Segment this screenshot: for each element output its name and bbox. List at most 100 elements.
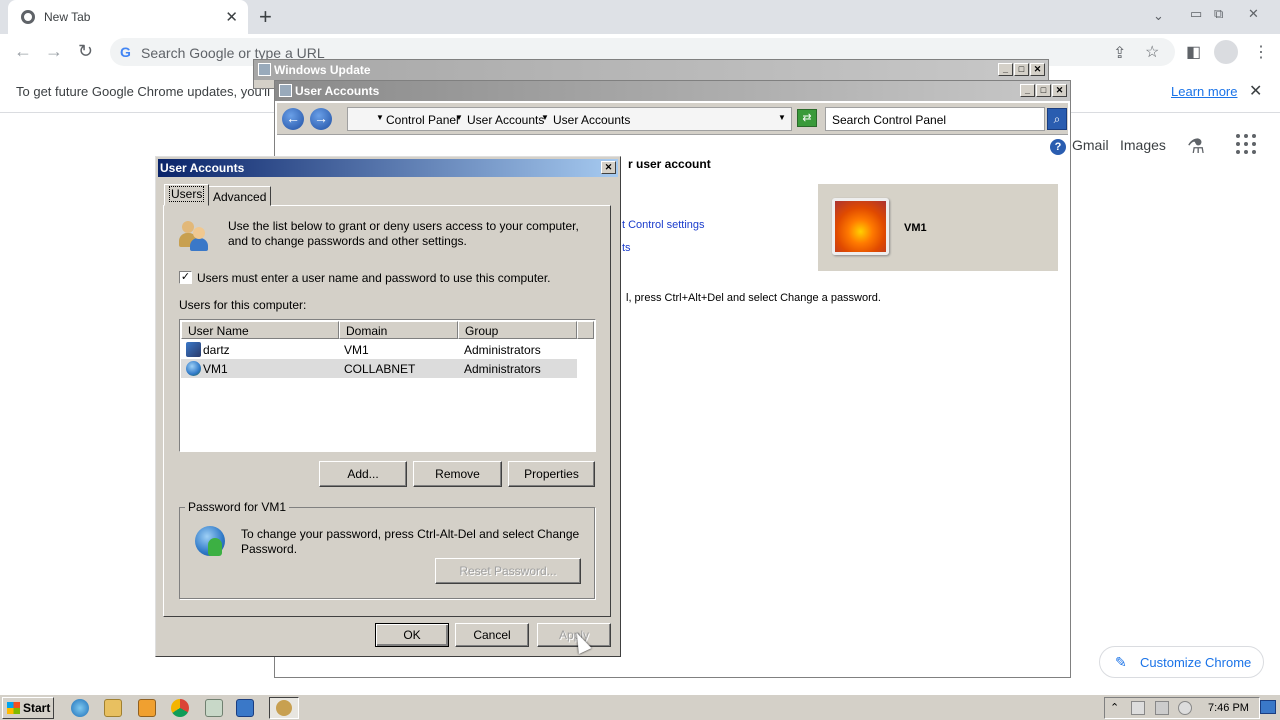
dialog-close-button[interactable]: ✕ <box>601 161 616 174</box>
windows-update-icon <box>258 63 271 76</box>
profile-avatar[interactable] <box>1214 40 1238 64</box>
breadcrumb[interactable]: ▼ Control Panel ▼ User Accounts ▼ User A… <box>347 107 792 131</box>
breadcrumb-control-panel[interactable]: Control Panel <box>386 113 459 127</box>
tab-search-icon[interactable]: ⌄ <box>1153 8 1164 24</box>
side-panel-icon[interactable]: ◧ <box>1186 42 1201 62</box>
labs-flask-icon[interactable]: ⚗ <box>1187 134 1205 159</box>
menu-kebab-icon[interactable]: ⋮ <box>1253 42 1269 62</box>
user-picture[interactable] <box>832 198 889 255</box>
gmail-link[interactable]: Gmail <box>1072 137 1109 153</box>
infobar-close-icon[interactable]: ✕ <box>1249 81 1262 101</box>
start-button[interactable]: Start <box>2 697 54 719</box>
user-accounts-title: User Accounts <box>295 84 380 98</box>
start-label: Start <box>23 701 51 715</box>
search-control-panel-input[interactable]: Search Control Panel <box>825 107 1045 131</box>
require-login-label[interactable]: Users must enter a user name and passwor… <box>197 271 551 286</box>
forward-arrow-icon[interactable]: → <box>310 108 332 130</box>
user-icon <box>186 342 201 357</box>
windows-update-titlebar[interactable]: Windows Update _ □ ✕ <box>254 60 1048 80</box>
remove-button[interactable]: Remove <box>413 461 502 487</box>
column-header-domain[interactable]: Domain <box>339 321 458 339</box>
new-tab-button[interactable]: + <box>259 4 272 30</box>
user-accounts-titlebar[interactable]: User Accounts _ □ ✕ <box>275 81 1070 101</box>
back-arrow-icon[interactable]: ← <box>282 108 304 130</box>
table-row[interactable]: dartz VM1 Administrators <box>181 340 577 359</box>
users-list[interactable]: User Name Domain Group dartz VM1 Adminis… <box>179 319 596 452</box>
media-player-icon[interactable] <box>138 699 156 717</box>
bookmark-star-icon[interactable]: ☆ <box>1145 42 1159 62</box>
close-button[interactable]: ✕ <box>1052 84 1067 97</box>
apps-grid-icon[interactable] <box>1236 134 1256 154</box>
restore-icon[interactable]: ⧉ <box>1214 6 1223 22</box>
dropdown-arrow-icon[interactable]: ▼ <box>778 113 786 122</box>
minimize-icon[interactable]: ▭ <box>1190 6 1202 22</box>
cell-domain: COLLABNET <box>344 362 416 376</box>
action-center-icon[interactable] <box>1131 701 1145 715</box>
tab-advanced-label: Advanced <box>213 190 267 204</box>
manage-accounts-link[interactable]: ts <box>622 242 631 254</box>
tab-title: New Tab <box>44 10 91 24</box>
column-header-group[interactable]: Group <box>458 321 577 339</box>
cell-group: Administrators <box>464 362 541 376</box>
volume-icon[interactable] <box>1178 701 1192 715</box>
maximize-button[interactable]: □ <box>1036 84 1051 97</box>
notepad-icon[interactable] <box>205 699 223 717</box>
tab-advanced[interactable]: Advanced <box>208 186 272 206</box>
table-row-selected[interactable]: VM1 COLLABNET Administrators <box>181 359 577 378</box>
browser-tab[interactable]: New Tab ✕ <box>8 0 248 34</box>
windows-update-title: Windows Update <box>274 63 371 77</box>
breadcrumb-current[interactable]: User Accounts <box>553 113 630 127</box>
taskbar-item-user-accounts[interactable] <box>269 697 299 719</box>
close-window-icon[interactable]: ✕ <box>1248 6 1259 22</box>
refresh-icon[interactable]: ⇄ <box>797 109 817 127</box>
chevron-down-icon[interactable]: ▼ <box>376 113 384 122</box>
cancel-button[interactable]: Cancel <box>455 623 529 647</box>
internet-explorer-icon[interactable] <box>71 699 89 717</box>
chrome-taskbar-icon[interactable] <box>171 699 189 717</box>
chevron-down-icon[interactable]: ▼ <box>455 113 463 122</box>
breadcrumb-user-accounts[interactable]: User Accounts <box>467 113 544 127</box>
dialog-titlebar[interactable]: User Accounts ✕ <box>158 159 618 177</box>
chevron-down-icon[interactable]: ▼ <box>541 113 549 122</box>
reload-icon[interactable]: ↻ <box>78 41 93 62</box>
password-instruction: l, press Ctrl+Alt+Del and select Change … <box>626 292 881 304</box>
password-text-line2: Password. <box>241 542 298 556</box>
back-icon[interactable]: ← <box>14 41 32 62</box>
minimize-button[interactable]: _ <box>1020 84 1035 97</box>
user-accounts-icon <box>279 84 292 97</box>
maximize-button[interactable]: □ <box>1014 63 1029 76</box>
tab-users-label: Users <box>169 186 205 202</box>
clock[interactable]: 7:46 PM <box>1208 702 1249 714</box>
share-icon[interactable]: ⇪ <box>1113 43 1126 63</box>
close-button[interactable]: ✕ <box>1030 63 1045 76</box>
page-heading: r user account <box>628 157 711 171</box>
reset-password-button[interactable]: Reset Password... <box>435 558 581 584</box>
require-login-checkbox[interactable]: ✓ <box>179 271 192 284</box>
show-hidden-icons[interactable]: ⌃ <box>1110 701 1124 715</box>
google-icon: G <box>120 44 131 60</box>
tab-users[interactable]: Users <box>164 184 210 206</box>
uac-settings-link[interactable]: t Control settings <box>622 219 705 231</box>
close-tab-icon[interactable]: ✕ <box>225 8 238 26</box>
users-list-label: Users for this computer: <box>179 298 307 312</box>
search-placeholder: Search Control Panel <box>832 113 947 127</box>
minimize-button[interactable]: _ <box>998 63 1013 76</box>
folder-icon[interactable] <box>104 699 122 717</box>
ok-button[interactable]: OK <box>375 623 449 647</box>
cell-user-name: dartz <box>203 343 230 357</box>
cell-group: Administrators <box>464 343 541 357</box>
server-manager-icon[interactable] <box>236 699 254 717</box>
add-button[interactable]: Add... <box>319 461 407 487</box>
cell-domain: VM1 <box>344 343 369 357</box>
column-header-filler <box>577 321 594 339</box>
show-desktop-icon[interactable] <box>1260 700 1276 714</box>
network-icon[interactable] <box>1155 701 1169 715</box>
search-icon[interactable]: ⌕ <box>1047 108 1067 130</box>
help-icon[interactable]: ? <box>1050 139 1066 155</box>
forward-icon[interactable]: → <box>45 41 63 62</box>
learn-more-link[interactable]: Learn more <box>1171 84 1237 99</box>
column-header-user-name[interactable]: User Name <box>181 321 339 339</box>
properties-button[interactable]: Properties <box>508 461 595 487</box>
images-link[interactable]: Images <box>1120 137 1166 153</box>
customize-chrome-button[interactable]: ✎ Customize Chrome <box>1099 646 1264 678</box>
